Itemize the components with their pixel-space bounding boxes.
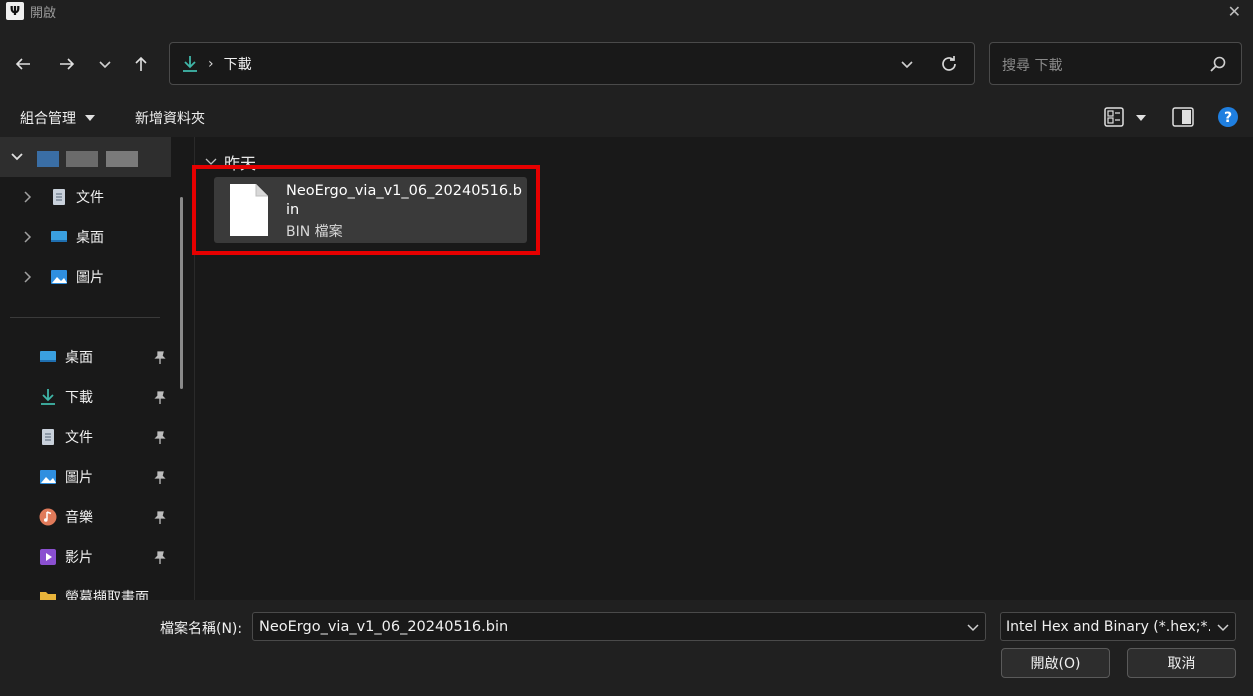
pin-icon[interactable] [153,431,167,445]
chevron-down-icon[interactable] [93,52,117,76]
quick-access-documents[interactable]: 文件 [39,425,93,449]
breadcrumb-location[interactable]: 下載 [224,54,252,74]
filename-input[interactable]: NeoErgo_via_v1_06_20240516.bin [252,612,986,641]
sidebar-item-desktop[interactable]: 桌面 [20,225,104,249]
search-placeholder: 搜尋 下載 [1002,58,1063,74]
view-options-button[interactable] [1104,106,1152,132]
open-button[interactable]: 開啟(O) [1001,648,1110,678]
video-icon [40,549,56,565]
view-list-icon [1104,107,1146,127]
quick-access-label: 桌面 [65,350,93,366]
quick-access-label: 螢幕擷取畫面 [65,590,149,600]
quick-access-label: 音樂 [65,510,93,526]
file-item[interactable]: NeoErgo_via_v1_06_20240516.bin BIN 檔案 [214,177,527,243]
window-title: 開啟 [30,5,57,21]
navigation-bar: › 下載 搜尋 下載 [0,22,1253,99]
sidebar-item-label: 文件 [76,190,104,206]
group-label: 昨天 [224,154,257,173]
refresh-icon[interactable] [938,53,960,75]
app-icon: Ψ [6,2,24,20]
new-folder-button[interactable]: 新增資料夾 [135,108,205,128]
chevron-down-icon[interactable] [1215,619,1231,635]
pin-icon[interactable] [153,551,167,565]
quick-access-label: 圖片 [65,470,93,486]
chevron-down-icon[interactable] [965,619,981,635]
desktop-icon [40,351,56,362]
close-icon[interactable]: ✕ [1228,2,1241,21]
group-header-yesterday[interactable]: 昨天 [204,150,256,174]
download-icon [183,55,197,72]
chevron-right-icon[interactable] [20,230,34,244]
search-icon[interactable] [1209,55,1227,73]
pin-icon[interactable] [153,351,167,365]
caret-down-icon [85,115,96,121]
filetype-select[interactable]: Intel Hex and Binary (*.hex;*.bin) [1000,612,1236,641]
forward-arrow-icon[interactable] [55,52,79,76]
download-icon [41,389,55,405]
pin-icon[interactable] [153,471,167,485]
pane-divider[interactable] [194,137,195,600]
pictures-icon [40,470,56,484]
preview-pane-button[interactable] [1172,106,1194,132]
quick-access-desktop[interactable]: 桌面 [39,345,93,369]
quick-access-downloads[interactable]: 下載 [39,385,93,409]
quick-access-label: 文件 [65,430,93,446]
organize-menu-button[interactable]: 組合管理 [20,108,96,128]
dialog-footer: 檔案名稱(N): NeoErgo_via_v1_06_20240516.bin … [0,600,1253,696]
cancel-button[interactable]: 取消 [1127,648,1236,678]
pin-icon[interactable] [153,511,167,525]
quick-access-videos[interactable]: 影片 [39,545,93,569]
folder-icon [40,592,56,600]
preview-pane-icon [1172,107,1194,127]
pin-icon[interactable] [153,391,167,405]
navigation-pane: 文件 桌面 圖片 桌面 下載 文件 圖片 音樂 影片 螢幕擷取畫面 [0,137,185,600]
pc-icon [37,151,59,167]
sidebar-item-label: 圖片 [76,270,104,286]
filetype-value: Intel Hex and Binary (*.hex;*.bin) [1006,619,1210,635]
help-button[interactable]: ? [1217,106,1239,132]
file-type: BIN 檔案 [286,224,343,240]
quick-access-pictures[interactable]: 圖片 [39,465,93,489]
file-icon [230,184,268,236]
quick-access-music[interactable]: 音樂 [39,505,93,529]
quick-access-label: 下載 [65,390,93,406]
help-icon: ? [1218,107,1238,127]
address-bar[interactable]: › 下載 [169,42,975,85]
svg-text:?: ? [1224,110,1232,126]
filename-value: NeoErgo_via_v1_06_20240516.bin [259,619,509,635]
sidebar-root-item[interactable] [0,137,171,177]
filename-label: 檔案名稱(N): [160,621,243,637]
back-arrow-icon[interactable] [11,52,35,76]
organize-label: 組合管理 [20,111,76,127]
sidebar-divider [10,317,160,318]
quick-access-label: 影片 [65,550,93,566]
desktop-icon [51,231,67,242]
file-name: NeoErgo_via_v1_06_20240516.bin [286,183,522,218]
up-arrow-icon[interactable] [129,52,153,76]
redacted-label [66,151,98,167]
sidebar-scrollbar[interactable] [180,197,183,389]
sidebar-item-pictures[interactable]: 圖片 [20,265,104,289]
sidebar-item-label: 桌面 [76,230,104,246]
breadcrumb-separator: › [208,55,214,72]
music-icon [39,508,57,526]
chevron-right-icon[interactable] [20,190,34,204]
document-icon [53,189,65,205]
chevron-down-icon[interactable] [10,150,24,164]
sidebar-item-documents[interactable]: 文件 [20,185,104,209]
chevron-down-icon [205,158,217,165]
search-input[interactable]: 搜尋 下載 [989,42,1242,85]
chevron-down-icon[interactable] [898,55,916,73]
pictures-icon [51,270,67,284]
document-icon [42,429,54,445]
chevron-right-icon[interactable] [20,270,34,284]
quick-access-screenshots[interactable]: 螢幕擷取畫面 [39,585,149,600]
command-bar: 組合管理 新增資料夾 ? [0,99,1253,137]
title-bar: Ψ 開啟 ✕ [0,0,1253,22]
redacted-label [106,151,138,167]
